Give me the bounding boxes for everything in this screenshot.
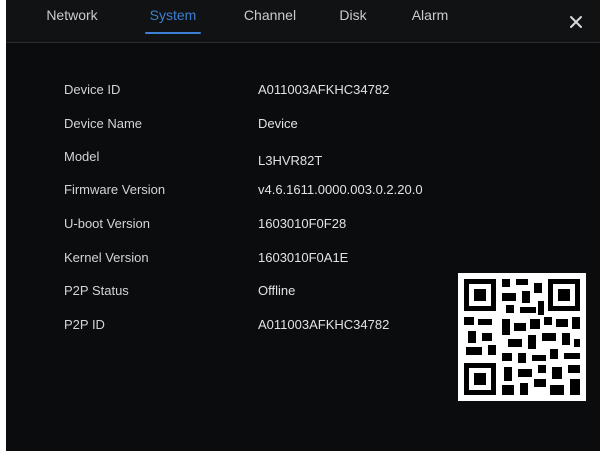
kernel-version-label: Kernel Version: [64, 250, 149, 265]
firmware-version-label: Firmware Version: [64, 182, 166, 197]
device-id-label: Device ID: [64, 82, 121, 97]
p2p-id-value: A011003AFKHC34782: [258, 317, 390, 332]
tab-disk[interactable]: Disk: [336, 0, 370, 42]
tab-system[interactable]: System: [143, 0, 203, 42]
info-row-kernel-version: Kernel Version 1603010F0A1E: [64, 250, 484, 274]
device-name-value: Device: [258, 116, 298, 131]
info-row-device-name: Device Name Device: [64, 116, 484, 140]
p2p-status-label: P2P Status: [64, 283, 129, 298]
info-row-p2p-status: P2P Status Offline: [64, 283, 484, 307]
device-name-label: Device Name: [64, 116, 143, 131]
info-row-p2p-id: P2P ID A011003AFKHC34782: [64, 317, 484, 341]
firmware-version-value: v4.6.1611.0000.003.0.2.20.0: [258, 182, 423, 197]
qr-code-icon: [458, 273, 586, 401]
tab-network[interactable]: Network: [40, 0, 104, 42]
info-row-device-id: Device ID A011003AFKHC34782: [64, 82, 484, 106]
system-info-dialog: Network System Channel Disk Alarm Device…: [6, 0, 600, 451]
tab-channel[interactable]: Channel: [238, 0, 302, 42]
device-id-value: A011003AFKHC34782: [258, 82, 390, 97]
info-row-uboot-version: U-boot Version 1603010F0F28: [64, 216, 484, 240]
tab-bar: Network System Channel Disk Alarm: [6, 0, 600, 43]
uboot-version-value: 1603010F0F28: [258, 216, 347, 231]
kernel-version-value: 1603010F0A1E: [258, 250, 349, 265]
p2p-id-label: P2P ID: [64, 317, 105, 332]
p2p-status-value: Offline: [258, 283, 296, 298]
uboot-version-label: U-boot Version: [64, 216, 150, 231]
info-row-firmware-version: Firmware Version v4.6.1611.0000.003.0.2.…: [64, 182, 484, 206]
close-icon[interactable]: [566, 12, 586, 32]
tab-alarm[interactable]: Alarm: [408, 0, 452, 42]
model-value: L3HVR82T: [258, 153, 323, 168]
info-row-model: Model L3HVR82T: [64, 149, 484, 173]
model-label: Model: [64, 149, 100, 164]
